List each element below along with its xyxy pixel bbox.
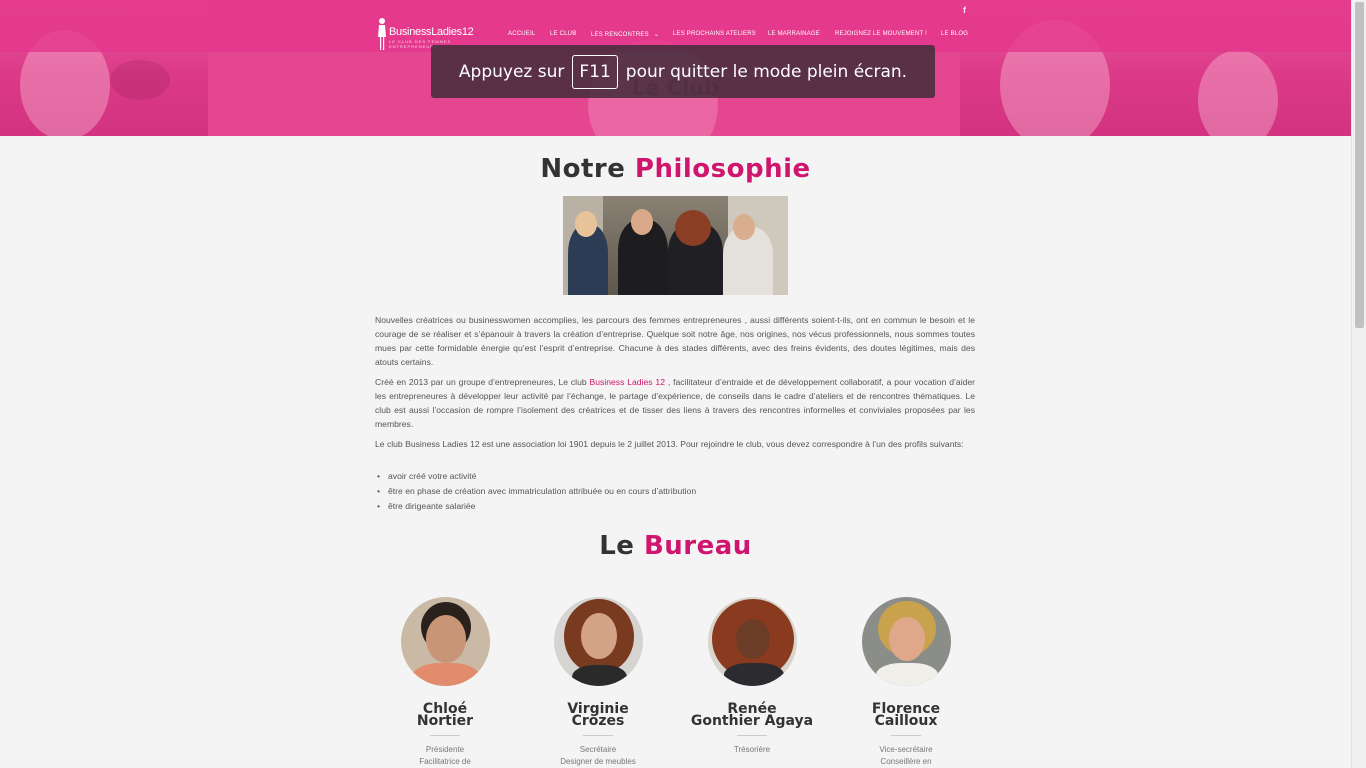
main-nav: ACCUEIL LE CLUB LES RENCONTRES ⌄ LES PRO… xyxy=(0,31,1351,43)
avatar xyxy=(400,597,490,686)
nav-blog[interactable]: LE BLOG xyxy=(941,31,968,37)
member-card: Renée Gonthier Agaya Trésorière xyxy=(682,597,822,756)
nav-rejoignez[interactable]: REJOIGNEZ LE MOUVEMENT ! xyxy=(835,31,927,37)
list-item: être dirigeante salariée xyxy=(377,499,968,514)
member-card: Virginie Crozes Secrétaire Designer de meu… xyxy=(528,597,668,768)
member-card: Florence Cailloux Vice-secrétaire Conseill… xyxy=(836,597,976,768)
nav-les-rencontres[interactable]: LES RENCONTRES ⌄ xyxy=(591,31,659,38)
nav-le-club[interactable]: LE CLUB xyxy=(550,31,576,37)
bureau-heading-plain: Le xyxy=(599,531,635,561)
philosophy-paragraph-2: Créé en 2013 par un groupe d’entrepreneu… xyxy=(375,375,975,431)
fullscreen-notice-after: pour quitter le mode plein écran. xyxy=(625,61,908,82)
philosophy-heading-plain: Notre xyxy=(540,154,626,184)
member-name: Renée Gonthier Agaya xyxy=(690,701,814,729)
bureau-heading: Le Bureau xyxy=(0,531,1351,561)
member-role: Présidente Facilitatrice de xyxy=(419,745,471,766)
divider xyxy=(737,735,767,736)
avatar xyxy=(861,597,951,686)
nav-les-rencontres-label: LES RENCONTRES xyxy=(591,32,649,38)
member-name: Florence Cailloux xyxy=(871,701,941,729)
business-ladies-link[interactable]: Business Ladies 12 xyxy=(590,377,665,387)
paragraph-2-before: Créé en 2013 par un groupe d’entrepreneu… xyxy=(375,377,587,387)
philosophy-heading-accent: Philosophie xyxy=(634,154,811,184)
philosophy-paragraph-1: Nouvelles créatrices ou businesswomen ac… xyxy=(375,315,975,367)
scrollbar-thumb[interactable] xyxy=(1355,2,1364,328)
page-scrollbar[interactable] xyxy=(1351,0,1366,768)
philosophy-heading: Notre Philosophie xyxy=(0,154,1351,184)
member-role: Trésorière xyxy=(733,745,771,754)
divider xyxy=(583,735,613,736)
member-role: Secrétaire Designer de meubles xyxy=(560,745,636,766)
nav-marrainage[interactable]: LE MARRAINAGE xyxy=(768,31,820,37)
member-name: Chloé Nortier xyxy=(416,701,474,729)
list-item: avoir créé votre activité xyxy=(377,469,968,484)
fullscreen-notice-before: Appuyez sur xyxy=(458,61,565,82)
fullscreen-notice: Appuyez sur F11 pour quitter le mode ple… xyxy=(431,45,935,98)
nav-prochains-ateliers[interactable]: LES PROCHAINS ATELIERS xyxy=(673,31,756,37)
list-item: être en phase de création avec immatricu… xyxy=(377,484,968,499)
bureau-heading-accent: Bureau xyxy=(643,531,752,561)
nav-accueil[interactable]: ACCUEIL xyxy=(508,31,535,37)
divider xyxy=(891,735,921,736)
member-name: Virginie Crozes xyxy=(567,701,629,729)
divider xyxy=(430,735,460,736)
group-photo xyxy=(563,196,788,295)
chevron-down-icon: ⌄ xyxy=(653,32,659,38)
philosophy-paragraph-3: Le club Business Ladies 12 est une assoc… xyxy=(375,439,964,449)
facebook-icon[interactable]: f xyxy=(963,5,966,15)
avatar xyxy=(707,597,797,686)
f11-key: F11 xyxy=(572,54,618,89)
member-card: Chloé Nortier Présidente Facilitatrice de xyxy=(375,597,515,768)
avatar xyxy=(553,597,643,686)
member-role: Vice-secrétaire Conseillère en xyxy=(879,745,933,766)
profile-list: avoir créé votre activité être en phase … xyxy=(377,469,968,514)
